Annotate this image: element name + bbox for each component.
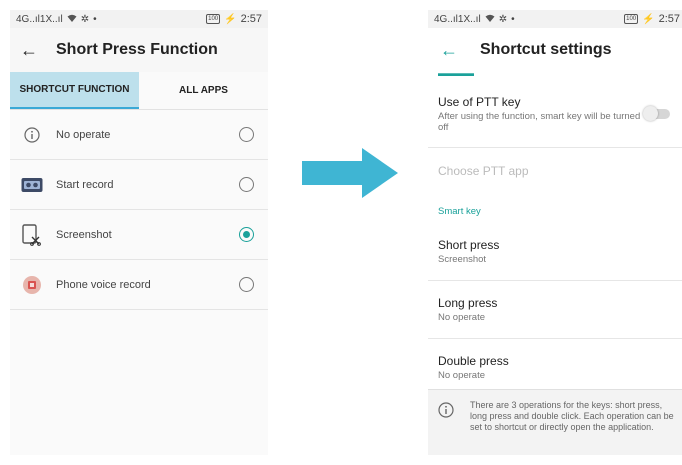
signal-text: 4G..ıl1X..ıl [434,13,481,25]
ptt-key-subtitle: After using the function, smart key will… [438,110,641,133]
option-label: Screenshot [56,228,112,241]
left-phone-screen: 4G..ıl1X..ıl ✲ • 100 ⚡ 2:57 ← Short Pres… [10,10,268,455]
short-press-setting[interactable]: Short press Screenshot [428,223,682,281]
long-press-title: Long press [438,296,498,310]
transition-arrow-icon [302,148,398,198]
signal-text: 4G..ıl1X..ıl [16,13,63,25]
status-time: 2:57 [658,13,680,25]
right-phone-screen: 4G..ıl1X..ıl ✲ • 100 ⚡ 2:57 ← Shortcut s… [428,10,682,455]
radio-button-selected[interactable] [239,227,254,242]
back-arrow-icon[interactable]: ← [440,40,466,61]
info-icon [20,123,44,147]
screenshot-icon [20,223,44,247]
page-title: Shortcut settings [480,41,612,58]
notification-dot-icon: • [93,13,97,25]
ptt-key-setting[interactable]: Use of PTT key After using the function,… [428,80,682,148]
short-press-value: Screenshot [438,254,487,265]
long-press-value: No operate [438,312,486,323]
short-press-title: Short press [438,238,500,252]
recorder-icon [20,173,44,197]
app-bar: ← Shortcut settings [428,28,682,72]
info-text: There are 3 operations for the keys: sho… [470,400,674,432]
battery-icon: 100 [206,14,221,24]
option-phone-voice-record[interactable]: Phone voice record [10,260,268,310]
option-no-operate[interactable]: No operate [10,110,268,160]
settings-gear-icon: ✲ [498,13,508,25]
option-screenshot[interactable]: Screenshot [10,210,268,260]
status-time: 2:57 [240,13,262,25]
smart-key-section-header: Smart key [438,206,481,217]
phone-voice-record-icon [20,273,44,297]
ptt-key-title: Use of PTT key [438,94,521,109]
radio-button[interactable] [239,277,254,292]
charging-icon: ⚡ [224,13,237,25]
charging-icon: ⚡ [642,13,655,25]
radio-button[interactable] [239,127,254,142]
info-icon [438,400,470,455]
ptt-toggle-switch[interactable] [643,105,670,121]
status-bar: 4G..ıl1X..ıl ✲ • 100 ⚡ 2:57 [10,10,268,28]
double-press-value: No operate [438,370,486,381]
info-box: There are 3 operations for the keys: sho… [428,389,682,455]
notification-dot-icon: • [511,13,515,25]
option-label: No operate [56,128,111,141]
wifi-icon [67,14,77,25]
option-label: Start record [56,178,114,191]
app-bar: ← Short Press Function [10,28,268,72]
option-start-record[interactable]: Start record [10,160,268,210]
battery-icon: 100 [624,14,639,24]
tab-all-apps[interactable]: ALL APPS [139,72,268,109]
status-bar: 4G..ıl1X..ıl ✲ • 100 ⚡ 2:57 [428,10,682,28]
long-press-setting[interactable]: Long press No operate [428,281,682,339]
page-title: Short Press Function [56,41,218,58]
settings-gear-icon: ✲ [80,13,90,25]
scrolled-section-header-remnant: ▬▬▬▬ [438,72,474,78]
wifi-icon [485,14,495,25]
tab-shortcut-function[interactable]: SHORTCUT FUNCTION [10,72,139,109]
tab-bar: SHORTCUT FUNCTION ALL APPS [10,72,268,110]
double-press-title: Double press [438,354,509,368]
back-arrow-icon[interactable]: ← [20,40,48,61]
radio-button[interactable] [239,177,254,192]
choose-ptt-app: Choose PTT app [438,164,529,178]
option-label: Phone voice record [56,278,151,291]
